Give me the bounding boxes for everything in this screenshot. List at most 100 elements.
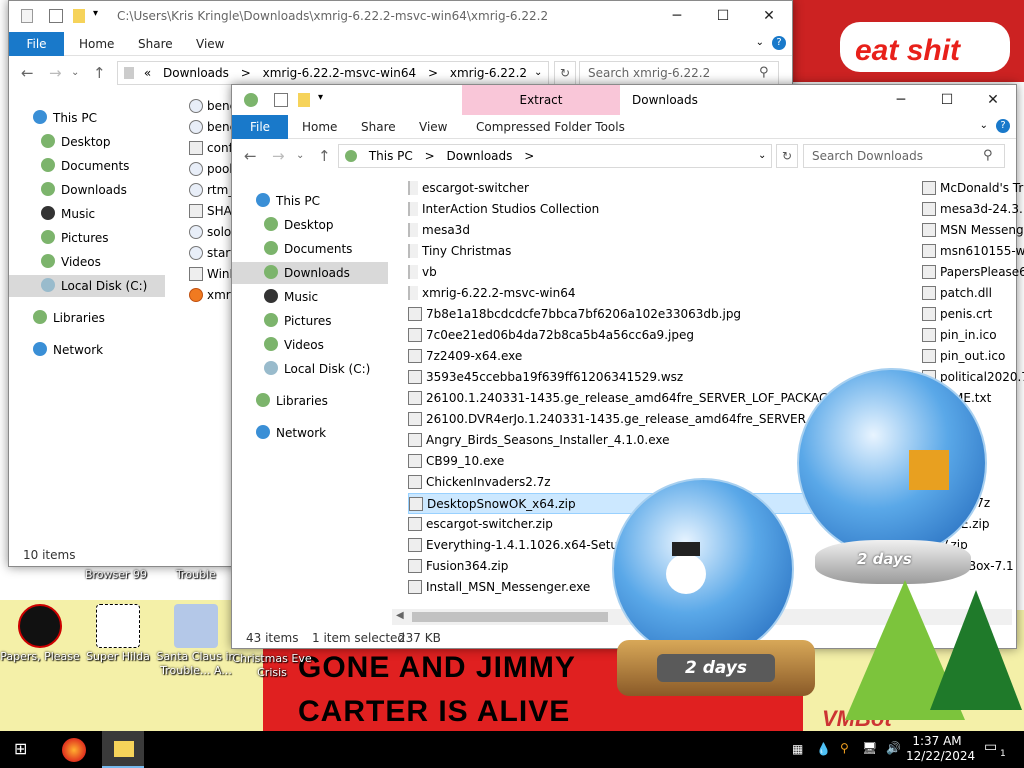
- file-explorer-taskbar-button[interactable]: [102, 731, 144, 768]
- tab-home[interactable]: Home: [67, 32, 126, 56]
- nav-pictures[interactable]: Pictures: [41, 227, 109, 249]
- nav-desktop[interactable]: Desktop: [264, 214, 334, 236]
- file-row[interactable]: penis.crt: [922, 304, 992, 325]
- pc-tray-icon[interactable]: 🖥: [862, 741, 877, 755]
- ribbon-expand-icon[interactable]: ⌄: [980, 120, 988, 131]
- breadcrumb-xmrig-msvc[interactable]: xmrig-6.22.2-msvc-win64: [263, 66, 417, 80]
- refresh-icon[interactable]: ↻: [554, 61, 576, 85]
- properties-icon[interactable]: [49, 9, 63, 23]
- refresh-icon[interactable]: ↻: [776, 144, 798, 168]
- file-row[interactable]: patch.dll: [922, 283, 992, 304]
- search-box[interactable]: Search xmrig-6.22.2: [579, 61, 779, 85]
- file-row[interactable]: mesa3d-24.3.1: [922, 199, 1024, 220]
- desktop-icon-super-hilda[interactable]: Super Hilda: [78, 604, 158, 664]
- title-bar[interactable]: ▾ Extract Downloads ─ ☐ ✕: [232, 85, 1016, 115]
- breadcrumb-xmrig[interactable]: xmrig-6.22.2: [450, 66, 527, 80]
- up-arrow-icon[interactable]: ↑: [318, 144, 331, 168]
- network-tray-icon[interactable]: ▦: [792, 742, 803, 756]
- breadcrumb-overflow[interactable]: «: [144, 66, 151, 80]
- recent-dropdown-icon[interactable]: ⌄: [296, 144, 304, 168]
- new-folder-icon[interactable]: [298, 93, 310, 107]
- tab-share[interactable]: Share: [349, 115, 408, 139]
- nav-pictures[interactable]: Pictures: [264, 310, 332, 332]
- help-icon[interactable]: ?: [772, 36, 786, 50]
- tab-file[interactable]: File: [232, 115, 288, 139]
- close-button[interactable]: ✕: [970, 85, 1016, 115]
- forward-arrow-icon[interactable]: →: [272, 144, 285, 168]
- drop-tray-icon[interactable]: 💧: [816, 742, 831, 756]
- nav-local-disk[interactable]: Local Disk (C:): [264, 358, 370, 380]
- file-row[interactable]: PapersPlease6: [922, 262, 1024, 283]
- nav-libraries[interactable]: Libraries: [33, 307, 105, 329]
- nav-downloads[interactable]: Downloads: [232, 262, 388, 284]
- tab-share[interactable]: Share: [126, 32, 185, 56]
- desktop-icon-papers-please[interactable]: Papers, Please: [0, 604, 80, 664]
- recent-dropdown-icon[interactable]: ⌄: [71, 61, 79, 85]
- file-row[interactable]: 7z2409-x64.exe: [408, 346, 522, 367]
- nav-libraries[interactable]: Libraries: [256, 390, 328, 412]
- properties-icon[interactable]: [274, 93, 288, 107]
- start-windows-icon[interactable]: ⊞: [14, 740, 32, 758]
- nav-this-pc[interactable]: This PC: [256, 190, 320, 212]
- file-row[interactable]: McDonald's Tr: [922, 178, 1023, 199]
- file-row[interactable]: msn610155-w: [922, 241, 1024, 262]
- file-row[interactable]: 7b8e1a18bcdcdcfe7bbca7bf6206a102e33063db…: [408, 304, 741, 325]
- file-row[interactable]: ChickenInvaders2.7z: [408, 472, 551, 493]
- address-dropdown-icon[interactable]: ⌄: [534, 67, 542, 78]
- breadcrumb-sep[interactable]: >: [241, 66, 251, 80]
- address-bar[interactable]: This PC > Downloads >: [338, 144, 772, 168]
- close-button[interactable]: ✕: [746, 1, 792, 31]
- folder-row[interactable]: vb: [408, 262, 437, 283]
- list-item[interactable]: benc: [189, 96, 236, 117]
- file-row[interactable]: CB99_10.exe: [408, 451, 504, 472]
- nav-music[interactable]: Music: [41, 203, 95, 225]
- nav-music[interactable]: Music: [264, 286, 318, 308]
- file-row[interactable]: 3593e45ccebba19f639ff61206341529.wsz: [408, 367, 683, 388]
- maximize-button[interactable]: ☐: [700, 1, 746, 31]
- desktop-icon-christmas-eve[interactable]: Christmas Eve Crisis: [232, 652, 312, 680]
- list-item[interactable]: confi: [189, 138, 236, 159]
- volume-icon[interactable]: 🔊: [886, 741, 901, 755]
- back-arrow-icon[interactable]: ←: [244, 144, 257, 168]
- file-row[interactable]: 7c0ee21ed06b4da72b8ca5b4a56cc6a9.jpeg: [408, 325, 694, 346]
- address-dropdown-icon[interactable]: ⌄: [758, 150, 766, 161]
- file-row[interactable]: Install_MSN_Messenger.exe: [408, 577, 590, 598]
- breadcrumb-this-pc[interactable]: This PC: [369, 149, 413, 163]
- minimize-button[interactable]: ─: [654, 1, 700, 31]
- tab-view[interactable]: View: [407, 115, 459, 139]
- nav-videos[interactable]: Videos: [41, 251, 101, 273]
- help-icon[interactable]: ?: [996, 119, 1010, 133]
- scrollbar-thumb[interactable]: [412, 612, 608, 622]
- nav-this-pc[interactable]: This PC: [33, 107, 97, 129]
- desktop-icon-trouble[interactable]: Trouble: [156, 568, 236, 582]
- notification-icon[interactable]: ▭: [984, 739, 997, 755]
- file-row[interactable]: Angry_Birds_Seasons_Installer_4.1.0.exe: [408, 430, 670, 451]
- breadcrumb-sep[interactable]: >: [428, 66, 438, 80]
- breadcrumb-downloads[interactable]: Downloads: [163, 66, 229, 80]
- minimize-button[interactable]: ─: [878, 85, 924, 115]
- ribbon-expand-icon[interactable]: ⌄: [756, 37, 764, 48]
- nav-videos[interactable]: Videos: [264, 334, 324, 356]
- file-row[interactable]: pin_out.ico: [922, 346, 1005, 367]
- folder-row[interactable]: xmrig-6.22.2-msvc-win64: [408, 283, 576, 304]
- address-bar[interactable]: « Downloads > xmrig-6.22.2-msvc-win64 > …: [117, 61, 549, 85]
- tab-home[interactable]: Home: [290, 115, 349, 139]
- folder-row[interactable]: mesa3d: [408, 220, 470, 241]
- title-bar[interactable]: ▾ C:\Users\Kris Kringle\Downloads\xmrig-…: [9, 1, 792, 31]
- nav-downloads[interactable]: Downloads: [41, 179, 127, 201]
- search-box[interactable]: Search Downloads: [803, 144, 1005, 168]
- nav-documents[interactable]: Documents: [264, 238, 352, 260]
- file-row[interactable]: pin_in.ico: [922, 325, 997, 346]
- folder-row[interactable]: Tiny Christmas: [408, 241, 511, 262]
- desktop-icon-santa-claus[interactable]: Santa Claus in Trouble... A...: [156, 604, 236, 678]
- breadcrumb-sep[interactable]: >: [425, 149, 435, 163]
- forward-arrow-icon[interactable]: →: [49, 61, 62, 85]
- nav-documents[interactable]: Documents: [41, 155, 129, 177]
- folder-row[interactable]: InterAction Studios Collection: [408, 199, 599, 220]
- scroll-left-icon[interactable]: ◀: [396, 610, 404, 621]
- desktop-icon-browser99[interactable]: Browser 99: [76, 568, 156, 582]
- nav-network[interactable]: Network: [33, 339, 103, 361]
- maximize-button[interactable]: ☐: [924, 85, 970, 115]
- up-arrow-icon[interactable]: ↑: [93, 61, 106, 85]
- customize-qat-icon[interactable]: ▾: [318, 92, 323, 103]
